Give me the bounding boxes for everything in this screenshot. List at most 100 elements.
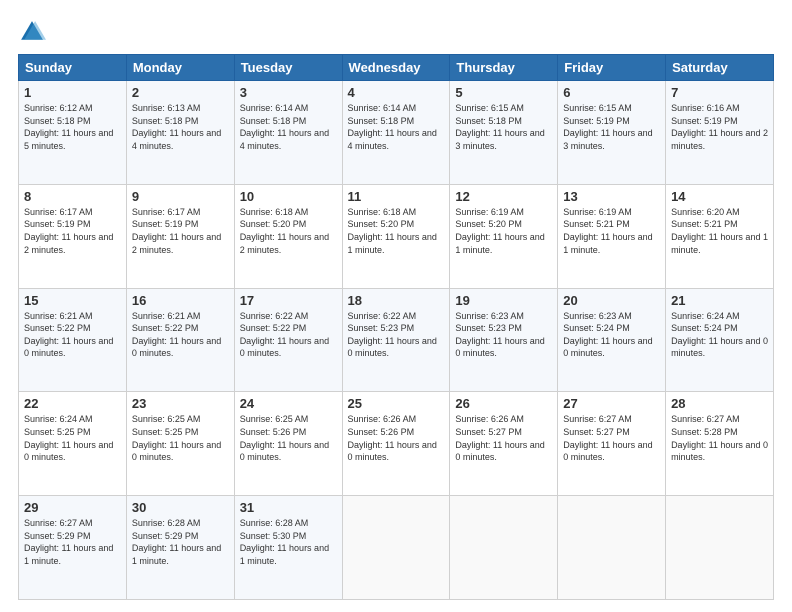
table-row: 22 Sunrise: 6:24 AM Sunset: 5:25 PM Dayl… [19,392,127,496]
day-info: Sunrise: 6:18 AM Sunset: 5:20 PM Dayligh… [348,206,445,256]
calendar-table: Sunday Monday Tuesday Wednesday Thursday… [18,54,774,600]
table-row: 31 Sunrise: 6:28 AM Sunset: 5:30 PM Dayl… [234,496,342,600]
table-row [558,496,666,600]
day-number: 19 [455,293,552,308]
day-info: Sunrise: 6:27 AM Sunset: 5:28 PM Dayligh… [671,413,768,463]
daylight-label: Daylight: 11 hours and 3 minutes. [563,128,652,151]
table-row: 25 Sunrise: 6:26 AM Sunset: 5:26 PM Dayl… [342,392,450,496]
day-info: Sunrise: 6:24 AM Sunset: 5:25 PM Dayligh… [24,413,121,463]
daylight-label: Daylight: 11 hours and 0 minutes. [671,440,768,463]
day-number: 26 [455,396,552,411]
calendar-week-row: 15 Sunrise: 6:21 AM Sunset: 5:22 PM Dayl… [19,288,774,392]
day-info: Sunrise: 6:19 AM Sunset: 5:21 PM Dayligh… [563,206,660,256]
day-number: 25 [348,396,445,411]
day-info: Sunrise: 6:26 AM Sunset: 5:26 PM Dayligh… [348,413,445,463]
table-row: 17 Sunrise: 6:22 AM Sunset: 5:22 PM Dayl… [234,288,342,392]
sunset-label: Sunset: 5:20 PM [348,219,415,229]
table-row: 3 Sunrise: 6:14 AM Sunset: 5:18 PM Dayli… [234,81,342,185]
table-row: 30 Sunrise: 6:28 AM Sunset: 5:29 PM Dayl… [126,496,234,600]
table-row: 21 Sunrise: 6:24 AM Sunset: 5:24 PM Dayl… [666,288,774,392]
col-thursday: Thursday [450,55,558,81]
sunset-label: Sunset: 5:30 PM [240,531,307,541]
table-row: 10 Sunrise: 6:18 AM Sunset: 5:20 PM Dayl… [234,184,342,288]
sunset-label: Sunset: 5:27 PM [563,427,630,437]
table-row [666,496,774,600]
sunset-label: Sunset: 5:21 PM [671,219,738,229]
day-info: Sunrise: 6:28 AM Sunset: 5:29 PM Dayligh… [132,517,229,567]
sunset-label: Sunset: 5:18 PM [348,116,415,126]
daylight-label: Daylight: 11 hours and 3 minutes. [455,128,544,151]
calendar-week-row: 1 Sunrise: 6:12 AM Sunset: 5:18 PM Dayli… [19,81,774,185]
sunrise-label: Sunrise: 6:19 AM [455,207,524,217]
daylight-label: Daylight: 11 hours and 0 minutes. [132,440,221,463]
day-info: Sunrise: 6:26 AM Sunset: 5:27 PM Dayligh… [455,413,552,463]
table-row: 20 Sunrise: 6:23 AM Sunset: 5:24 PM Dayl… [558,288,666,392]
sunset-label: Sunset: 5:19 PM [24,219,91,229]
day-number: 18 [348,293,445,308]
day-number: 12 [455,189,552,204]
sunrise-label: Sunrise: 6:23 AM [563,311,632,321]
day-number: 14 [671,189,768,204]
day-info: Sunrise: 6:21 AM Sunset: 5:22 PM Dayligh… [24,310,121,360]
sunrise-label: Sunrise: 6:18 AM [240,207,309,217]
day-number: 22 [24,396,121,411]
sunrise-label: Sunrise: 6:22 AM [348,311,417,321]
sunrise-label: Sunrise: 6:14 AM [240,103,309,113]
day-number: 8 [24,189,121,204]
sunrise-label: Sunrise: 6:26 AM [348,414,417,424]
sunset-label: Sunset: 5:24 PM [563,323,630,333]
table-row: 16 Sunrise: 6:21 AM Sunset: 5:22 PM Dayl… [126,288,234,392]
table-row: 15 Sunrise: 6:21 AM Sunset: 5:22 PM Dayl… [19,288,127,392]
daylight-label: Daylight: 11 hours and 2 minutes. [671,128,768,151]
day-info: Sunrise: 6:16 AM Sunset: 5:19 PM Dayligh… [671,102,768,152]
table-row: 19 Sunrise: 6:23 AM Sunset: 5:23 PM Dayl… [450,288,558,392]
table-row: 23 Sunrise: 6:25 AM Sunset: 5:25 PM Dayl… [126,392,234,496]
sunset-label: Sunset: 5:22 PM [132,323,199,333]
table-row: 9 Sunrise: 6:17 AM Sunset: 5:19 PM Dayli… [126,184,234,288]
sunrise-label: Sunrise: 6:14 AM [348,103,417,113]
table-row: 4 Sunrise: 6:14 AM Sunset: 5:18 PM Dayli… [342,81,450,185]
table-row: 11 Sunrise: 6:18 AM Sunset: 5:20 PM Dayl… [342,184,450,288]
table-row: 8 Sunrise: 6:17 AM Sunset: 5:19 PM Dayli… [19,184,127,288]
sunrise-label: Sunrise: 6:27 AM [671,414,740,424]
daylight-label: Daylight: 11 hours and 1 minute. [455,232,544,255]
sunset-label: Sunset: 5:25 PM [132,427,199,437]
col-monday: Monday [126,55,234,81]
day-info: Sunrise: 6:17 AM Sunset: 5:19 PM Dayligh… [24,206,121,256]
page: Sunday Monday Tuesday Wednesday Thursday… [0,0,792,612]
logo [18,18,50,46]
sunrise-label: Sunrise: 6:13 AM [132,103,201,113]
sunrise-label: Sunrise: 6:28 AM [240,518,309,528]
col-sunday: Sunday [19,55,127,81]
daylight-label: Daylight: 11 hours and 0 minutes. [348,440,437,463]
sunset-label: Sunset: 5:20 PM [240,219,307,229]
day-info: Sunrise: 6:12 AM Sunset: 5:18 PM Dayligh… [24,102,121,152]
sunset-label: Sunset: 5:18 PM [455,116,522,126]
day-number: 21 [671,293,768,308]
sunset-label: Sunset: 5:29 PM [132,531,199,541]
day-number: 23 [132,396,229,411]
sunrise-label: Sunrise: 6:25 AM [132,414,201,424]
sunrise-label: Sunrise: 6:23 AM [455,311,524,321]
sunrise-label: Sunrise: 6:16 AM [671,103,740,113]
sunset-label: Sunset: 5:26 PM [240,427,307,437]
sunset-label: Sunset: 5:19 PM [132,219,199,229]
day-info: Sunrise: 6:22 AM Sunset: 5:22 PM Dayligh… [240,310,337,360]
sunrise-label: Sunrise: 6:15 AM [455,103,524,113]
table-row [342,496,450,600]
daylight-label: Daylight: 11 hours and 1 minute. [132,543,221,566]
day-info: Sunrise: 6:24 AM Sunset: 5:24 PM Dayligh… [671,310,768,360]
table-row: 26 Sunrise: 6:26 AM Sunset: 5:27 PM Dayl… [450,392,558,496]
table-row: 13 Sunrise: 6:19 AM Sunset: 5:21 PM Dayl… [558,184,666,288]
calendar-week-row: 29 Sunrise: 6:27 AM Sunset: 5:29 PM Dayl… [19,496,774,600]
day-info: Sunrise: 6:23 AM Sunset: 5:24 PM Dayligh… [563,310,660,360]
day-number: 15 [24,293,121,308]
sunset-label: Sunset: 5:27 PM [455,427,522,437]
sunset-label: Sunset: 5:23 PM [455,323,522,333]
day-info: Sunrise: 6:22 AM Sunset: 5:23 PM Dayligh… [348,310,445,360]
day-number: 7 [671,85,768,100]
daylight-label: Daylight: 11 hours and 1 minute. [24,543,113,566]
daylight-label: Daylight: 11 hours and 0 minutes. [455,440,544,463]
daylight-label: Daylight: 11 hours and 0 minutes. [563,336,652,359]
daylight-label: Daylight: 11 hours and 1 minute. [563,232,652,255]
